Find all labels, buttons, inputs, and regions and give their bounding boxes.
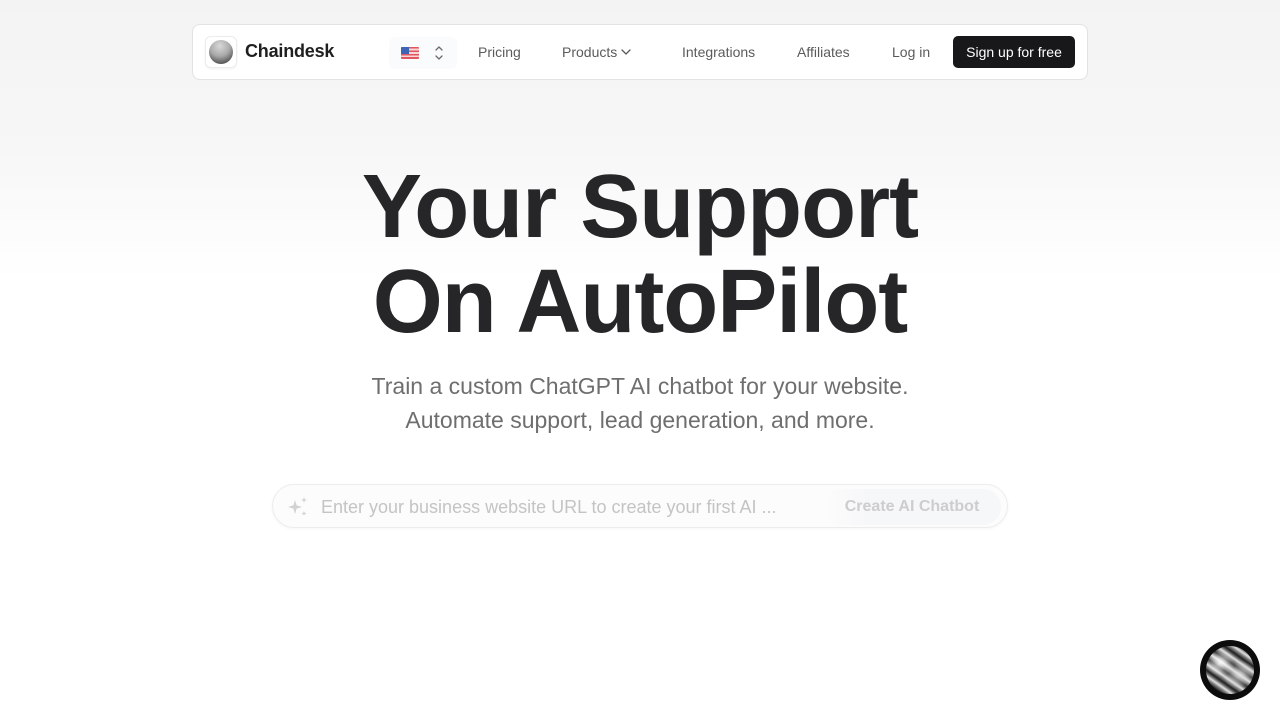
create-ai-chatbot-button[interactable]: Create AI Chatbot [823,489,1001,525]
chevron-up-down-icon [435,46,443,60]
hero-title-line-1: Your Support [361,157,919,257]
top-navbar: Chaindesk Pricing Products Integrations … [192,24,1088,80]
hero-subtitle-line-1: Train a custom ChatGPT AI chatbot for yo… [371,373,909,399]
nav-link-login[interactable]: Log in [892,44,930,60]
hero-title: Your Support On AutoPilot [0,160,1280,350]
hero-subtitle-line-2: Automate support, lead generation, and m… [405,407,875,433]
nav-link-affiliates[interactable]: Affiliates [797,44,850,60]
hero-subtitle: Train a custom ChatGPT AI chatbot for yo… [0,369,1280,437]
hero-title-line-2: On AutoPilot [372,252,909,352]
chat-avatar-icon [1206,646,1254,694]
logo[interactable] [205,36,237,68]
logo-icon [209,40,233,64]
signup-button[interactable]: Sign up for free [953,36,1075,68]
chat-widget-button[interactable] [1200,640,1260,700]
brand-name[interactable]: Chaindesk [245,41,334,62]
nav-link-products[interactable]: Products [562,44,631,60]
chevron-down-icon [621,49,631,55]
create-chatbot-form: Create AI Chatbot [272,484,1008,528]
nav-link-pricing[interactable]: Pricing [478,44,521,60]
nav-link-integrations[interactable]: Integrations [682,44,755,60]
nav-link-products-label: Products [562,44,618,60]
sparkles-icon [288,497,307,516]
language-selector[interactable] [389,37,457,69]
website-url-input[interactable] [321,493,821,521]
us-flag-icon [401,47,419,59]
